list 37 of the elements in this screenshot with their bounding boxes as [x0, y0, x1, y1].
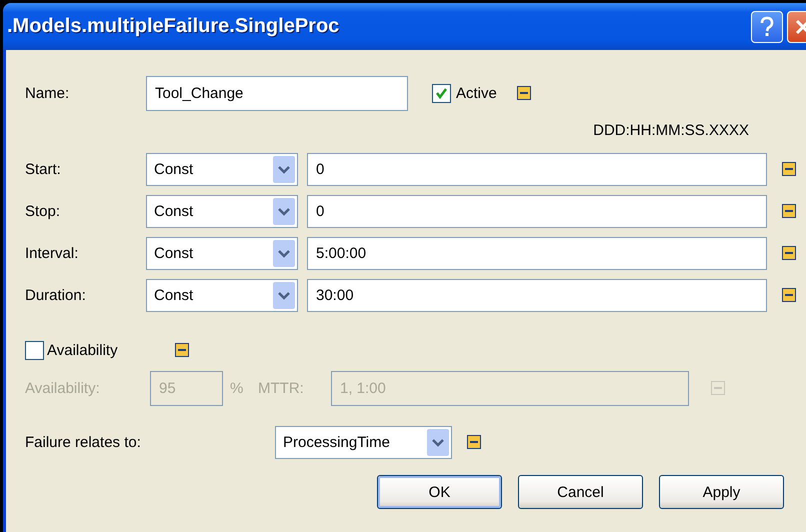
collapse-icon[interactable]: [782, 246, 796, 260]
time-field[interactable]: 0: [307, 152, 767, 186]
field-label: Stop:: [25, 202, 62, 220]
checkbox[interactable]: [25, 340, 44, 360]
collapse-icon[interactable]: [782, 162, 796, 176]
checkbox-label: Availability: [47, 342, 119, 358]
dialog-button[interactable]: Apply: [659, 475, 784, 509]
field-label: Interval:: [25, 244, 80, 262]
mode-dropdown[interactable]: Const: [146, 194, 298, 228]
unit-label: %: [229, 380, 244, 396]
name-field[interactable]: Tool_Change: [146, 76, 408, 110]
dialog-button[interactable]: Cancel: [518, 475, 643, 509]
check-icon: [435, 86, 448, 100]
mode-dropdown[interactable]: Const: [146, 236, 298, 270]
window-title: .Models.multipleFailure.SingleProc: [7, 15, 340, 38]
field-label: Failure relates to:: [25, 434, 142, 450]
collapse-icon[interactable]: [782, 204, 796, 218]
collapse-icon[interactable]: [516, 86, 531, 100]
time-field[interactable]: 5:00:00: [307, 236, 767, 270]
relates-dropdown[interactable]: ProcessingTime: [275, 426, 452, 458]
field-label: Name:: [25, 84, 70, 102]
checkbox-label: Active: [456, 84, 497, 102]
mode-dropdown[interactable]: Const: [146, 152, 298, 186]
dialog-button[interactable]: OK: [377, 475, 502, 509]
field-label: Availability:: [25, 380, 101, 396]
collapse-icon[interactable]: [467, 435, 481, 449]
mode-dropdown[interactable]: Const: [146, 278, 298, 312]
field-label: Duration:: [25, 286, 87, 304]
format-hint: DDD:HH:MM:SS.XXXX: [593, 122, 749, 138]
field-label: MTTR:: [258, 380, 305, 396]
help-icon[interactable]: [751, 10, 783, 42]
time-field[interactable]: 0: [307, 194, 767, 228]
collapse-icon[interactable]: [175, 343, 189, 357]
time-field[interactable]: 30:00: [307, 278, 767, 312]
field-label: Start:: [25, 160, 62, 178]
checkbox[interactable]: [432, 84, 451, 102]
collapse-icon[interactable]: [782, 288, 796, 302]
